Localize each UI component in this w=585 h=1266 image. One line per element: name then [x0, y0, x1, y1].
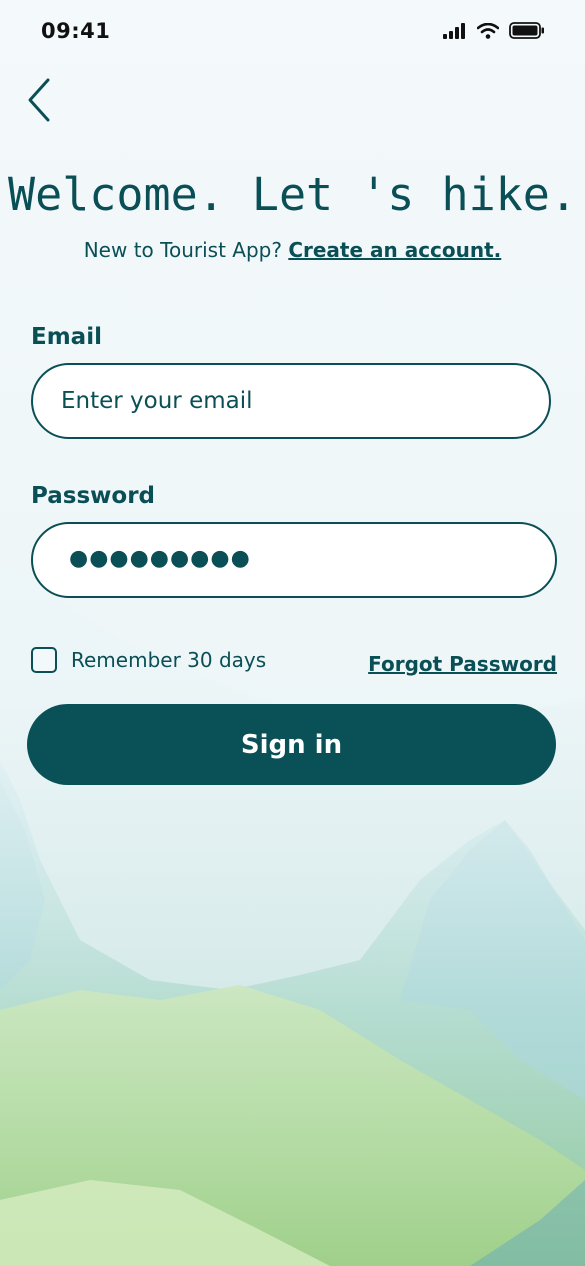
email-label: Email — [31, 324, 102, 350]
chevron-left-icon — [28, 78, 50, 122]
page-title: Welcome. Let 's hike. — [8, 168, 577, 221]
email-input[interactable] — [33, 365, 549, 437]
forgot-password-link[interactable]: Forgot Password — [368, 652, 557, 676]
signal-icon — [443, 22, 465, 39]
create-account-link[interactable]: Create an account. — [288, 238, 501, 262]
remember-me-toggle[interactable]: Remember 30 days — [31, 647, 266, 673]
back-button[interactable] — [22, 76, 58, 124]
status-icons — [443, 22, 545, 39]
signup-prompt-text: New to Tourist App? — [83, 238, 282, 262]
status-bar: 09:41 — [0, 0, 585, 64]
remember-label: Remember 30 days — [71, 648, 267, 672]
password-masked-value: ●●●●●●●●● — [69, 546, 251, 571]
email-field-wrapper — [31, 363, 551, 439]
password-field[interactable]: ●●●●●●●●● — [31, 522, 557, 598]
login-screen: 09:41 Welcome. Let 's hike. New to Touri… — [0, 0, 585, 1266]
status-time: 09:41 — [41, 19, 111, 43]
remember-checkbox[interactable] — [31, 647, 57, 673]
battery-icon — [509, 22, 544, 39]
password-label: Password — [31, 483, 155, 509]
wifi-icon — [477, 22, 499, 39]
sign-in-button[interactable]: Sign in — [27, 704, 556, 785]
signup-prompt: New to Tourist App? Create an account. — [0, 238, 585, 262]
